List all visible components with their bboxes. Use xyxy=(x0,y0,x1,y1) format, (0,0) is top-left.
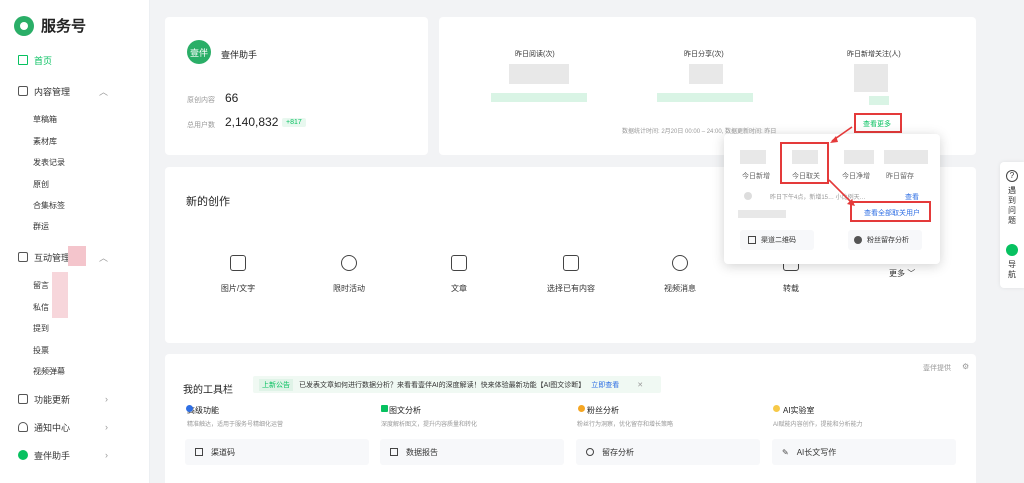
arrow-line xyxy=(828,179,853,204)
annotation-arrows xyxy=(828,126,855,206)
help-label[interactable]: 遇到问题 xyxy=(1006,186,1018,226)
floating-help-bar: ? 遇到问题 导航 xyxy=(1000,162,1024,288)
help-icon[interactable]: ? xyxy=(1006,170,1018,182)
nav-label[interactable]: 导航 xyxy=(1006,260,1018,280)
navigation-icon[interactable] xyxy=(1006,244,1018,256)
